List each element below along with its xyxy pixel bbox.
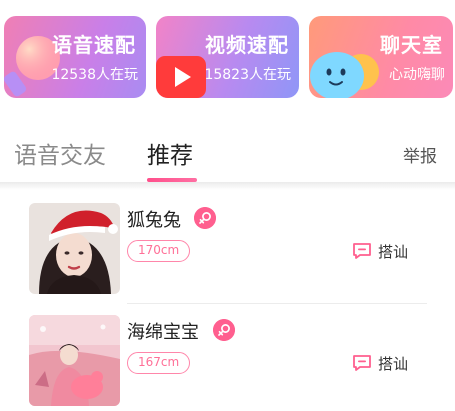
card-title: 聊天室 <box>380 33 443 57</box>
chat-room-card[interactable]: 聊天室 心动嗨聊 <box>309 16 453 98</box>
user-name: 狐兔兔 <box>127 210 181 231</box>
chat-up-label: 搭讪 <box>378 242 409 261</box>
chat-up-button[interactable]: 搭讪 <box>352 238 408 264</box>
card-subtitle: 15823人在玩 <box>204 67 291 83</box>
chat-bubble-icon <box>353 243 371 259</box>
user-list-item[interactable]: 狐兔兔 170cm 搭讪 <box>0 200 455 300</box>
user-name: 海绵宝宝 <box>127 322 199 343</box>
chat-up-label: 搭讪 <box>378 354 409 373</box>
tab-recommend[interactable]: 推荐 <box>147 136 193 170</box>
chat-bubble-icon <box>353 355 371 371</box>
report-button[interactable]: 举报 <box>403 142 437 167</box>
tab-voice-friends[interactable]: 语音交友 <box>14 136 106 170</box>
voice-match-card[interactable]: 语音速配 12538人在玩 <box>4 16 146 98</box>
female-gender-icon <box>194 207 216 229</box>
avatar[interactable] <box>29 203 120 294</box>
card-title: 语音速配 <box>52 33 136 57</box>
height-badge: 167cm <box>127 352 191 374</box>
card-subtitle: 心动嗨聊 <box>389 67 445 83</box>
card-subtitle: 12538人在玩 <box>51 67 138 83</box>
app-page: 语音速配 12538人在玩 视频速配 15823人在玩 聊天室 心动嗨聊 语音交… <box>0 0 455 411</box>
avatar[interactable] <box>29 315 120 406</box>
user-list-item[interactable]: 海绵宝宝 167cm 搭讪 <box>0 312 455 411</box>
height-badge: 170cm <box>127 240 191 262</box>
smiley-face-icon <box>310 52 379 98</box>
play-icon <box>156 56 206 98</box>
card-title: 视频速配 <box>205 33 289 57</box>
video-match-card[interactable]: 视频速配 15823人在玩 <box>156 16 299 98</box>
female-gender-icon <box>213 319 235 341</box>
tab-bar-shadow <box>0 182 455 190</box>
list-divider <box>127 303 427 304</box>
chat-up-button[interactable]: 搭讪 <box>352 350 408 376</box>
